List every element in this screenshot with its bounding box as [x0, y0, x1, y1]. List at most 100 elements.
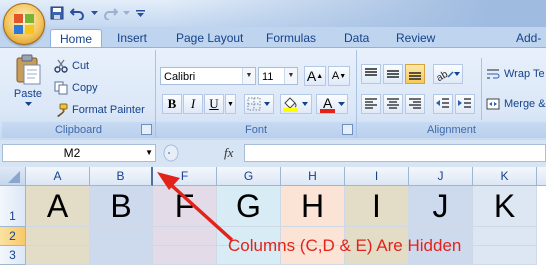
office-logo-icon [14, 14, 34, 34]
tab-insert[interactable]: Insert [117, 29, 147, 47]
paint-bucket-icon [283, 97, 308, 112]
row-header-2[interactable]: 2 [0, 227, 26, 246]
grow-font-label: A [306, 68, 317, 84]
chevron-down-icon: ▼ [242, 68, 255, 84]
align-center-button[interactable] [383, 94, 403, 114]
cell-a1[interactable]: A [26, 186, 90, 227]
save-icon[interactable] [48, 4, 66, 22]
align-right-icon [409, 98, 421, 109]
cell-f2[interactable] [153, 227, 217, 246]
customize-toolbar-icon[interactable] [133, 4, 147, 22]
bottom-align-button[interactable] [405, 64, 425, 84]
chevron-down-icon: ▼ [284, 68, 297, 84]
name-box-value: M2 [63, 146, 81, 160]
cell-i1[interactable]: I [345, 186, 409, 227]
tab-review[interactable]: Review [396, 29, 435, 47]
borders-button[interactable] [244, 94, 274, 114]
bold-button[interactable]: B [162, 94, 182, 114]
tab-home[interactable]: Home [50, 29, 103, 48]
align-top-icon [365, 68, 377, 76]
cell-k3[interactable] [473, 246, 537, 265]
orientation-button[interactable]: ab [433, 64, 463, 84]
increase-indent-button[interactable] [455, 94, 475, 114]
align-bottom-icon [409, 72, 421, 80]
ribbon-tabs: Home Insert Page Layout Formulas Data Re… [0, 27, 546, 63]
align-center-icon [387, 98, 399, 109]
column-header-j[interactable]: J [409, 167, 473, 186]
column-header-h[interactable]: H [281, 167, 345, 186]
column-header-i[interactable]: I [345, 167, 409, 186]
merge-center-button[interactable]: Merge & [486, 97, 546, 111]
fill-color-button[interactable] [280, 94, 312, 114]
column-header-l[interactable] [537, 167, 546, 186]
middle-align-button[interactable] [383, 64, 403, 84]
cell-b3[interactable] [90, 246, 153, 265]
copy-button[interactable]: Copy [54, 81, 98, 95]
tab-add-ins[interactable]: Add-In [516, 29, 546, 63]
underline-button[interactable]: U [204, 94, 224, 114]
copy-icon [54, 81, 68, 95]
font-size-select[interactable]: 11 ▼ [258, 67, 298, 85]
title-bar [0, 0, 546, 27]
ribbon: Paste Cut Copy Format Painter Clipboard … [0, 47, 546, 141]
cell-a2[interactable] [26, 227, 90, 246]
cell-f3[interactable] [153, 246, 217, 265]
tab-page-layout[interactable]: Page Layout [176, 29, 243, 47]
tab-data[interactable]: Data [344, 29, 369, 47]
row-header-3[interactable]: 3 [0, 246, 26, 265]
cut-button[interactable]: Cut [54, 59, 89, 73]
font-family-select[interactable]: Calibri ▼ [160, 67, 256, 85]
wrap-text-button[interactable]: Wrap Te [486, 67, 545, 81]
insert-function-button[interactable]: fx [224, 145, 233, 161]
redo-icon[interactable] [101, 4, 119, 22]
font-dialog-launcher[interactable] [342, 124, 353, 135]
decrease-indent-button[interactable] [433, 94, 453, 114]
redo-dropdown-icon[interactable] [122, 4, 130, 22]
column-header-k[interactable]: K [473, 167, 537, 186]
paste-dropdown-icon[interactable] [24, 102, 32, 107]
clipboard-dialog-launcher[interactable] [141, 124, 152, 135]
alignment-group: ab Wrap Te Merge & Alignment [357, 50, 546, 138]
align-middle-icon [387, 70, 399, 78]
cell-k2[interactable] [473, 227, 537, 246]
top-align-button[interactable] [361, 64, 381, 84]
column-header-b[interactable]: B [90, 167, 153, 186]
font-size-value: 11 [262, 71, 274, 83]
cell-f1[interactable]: F [153, 186, 217, 227]
formula-input[interactable] [244, 144, 546, 162]
undo-dropdown-icon[interactable] [90, 4, 98, 22]
alignment-divider [481, 58, 482, 120]
cell-g1[interactable]: G [217, 186, 281, 227]
undo-icon[interactable] [69, 4, 87, 22]
paste-icon [16, 54, 41, 85]
quick-access-toolbar [48, 2, 147, 24]
align-left-button[interactable] [361, 94, 381, 114]
font-color-button[interactable]: A [316, 94, 348, 114]
name-box[interactable]: M2 ▼ [2, 144, 156, 162]
cell-h1[interactable]: H [281, 186, 345, 227]
paintbrush-icon [57, 103, 68, 117]
expand-handle-icon[interactable] [162, 144, 180, 162]
italic-button[interactable]: I [183, 94, 203, 114]
underline-dropdown[interactable]: ▼ [225, 94, 236, 114]
office-button[interactable] [3, 3, 45, 45]
cell-j1[interactable]: J [409, 186, 473, 227]
grow-font-button[interactable]: A ▲ [304, 66, 326, 86]
chevron-down-icon: ▼ [145, 148, 153, 157]
align-right-button[interactable] [405, 94, 425, 114]
format-painter-button[interactable]: Format Painter [54, 103, 145, 117]
tab-formulas[interactable]: Formulas [266, 29, 316, 47]
cell-a3[interactable] [26, 246, 90, 265]
column-header-f[interactable]: F [153, 167, 217, 186]
column-header-g[interactable]: G [217, 167, 281, 186]
paste-button[interactable]: Paste [8, 54, 48, 107]
row-header-1[interactable]: 1 [0, 186, 26, 227]
decrease-indent-icon [436, 98, 449, 108]
shrink-font-button[interactable]: A ▼ [328, 66, 350, 86]
clipboard-group-label: Clipboard [2, 122, 155, 138]
column-header-a[interactable]: A [26, 167, 90, 186]
cell-b1[interactable]: B [90, 186, 153, 227]
cell-k1[interactable]: K [473, 186, 537, 227]
cell-b2[interactable] [90, 227, 153, 246]
select-all-button[interactable] [0, 167, 26, 186]
